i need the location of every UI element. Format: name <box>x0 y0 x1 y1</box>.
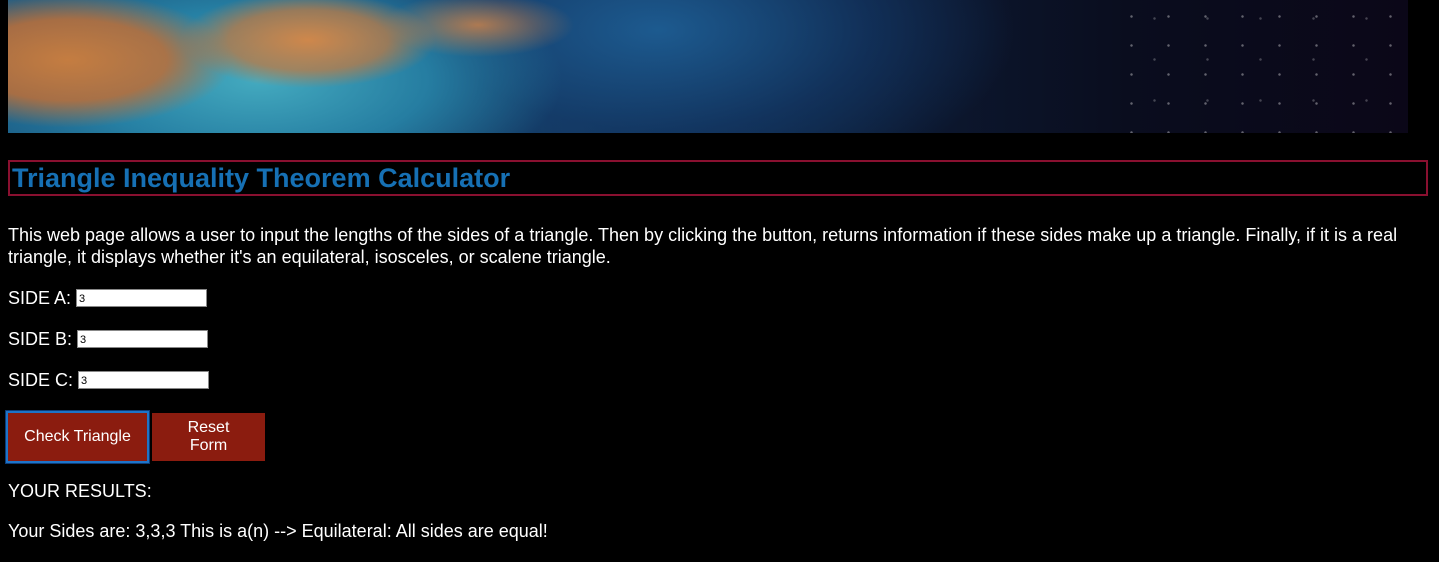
results-output: Your Sides are: 3,3,3 This is a(n) --> E… <box>8 521 548 541</box>
side-a-row: SIDE A: <box>8 288 208 308</box>
side-b-input[interactable] <box>77 330 209 348</box>
check-triangle-button[interactable]: Check Triangle <box>5 410 150 464</box>
banner-image <box>8 0 1408 133</box>
page-description: This web page allows a user to input the… <box>8 225 1398 267</box>
side-c-row: SIDE C: <box>8 370 210 390</box>
page-title: Triangle Inequality Theorem Calculator <box>12 163 511 193</box>
side-a-input[interactable] <box>76 289 208 307</box>
title-box: Triangle Inequality Theorem Calculator <box>8 160 1428 196</box>
side-b-label: SIDE B: <box>8 329 73 349</box>
reset-form-button[interactable]: Reset Form <box>152 413 265 461</box>
side-a-label: SIDE A: <box>8 288 72 308</box>
results-heading: YOUR RESULTS: <box>8 481 152 501</box>
banner-stars <box>1108 0 1408 133</box>
side-c-label: SIDE C: <box>8 370 74 390</box>
side-b-row: SIDE B: <box>8 329 209 349</box>
side-c-input[interactable] <box>78 371 210 389</box>
